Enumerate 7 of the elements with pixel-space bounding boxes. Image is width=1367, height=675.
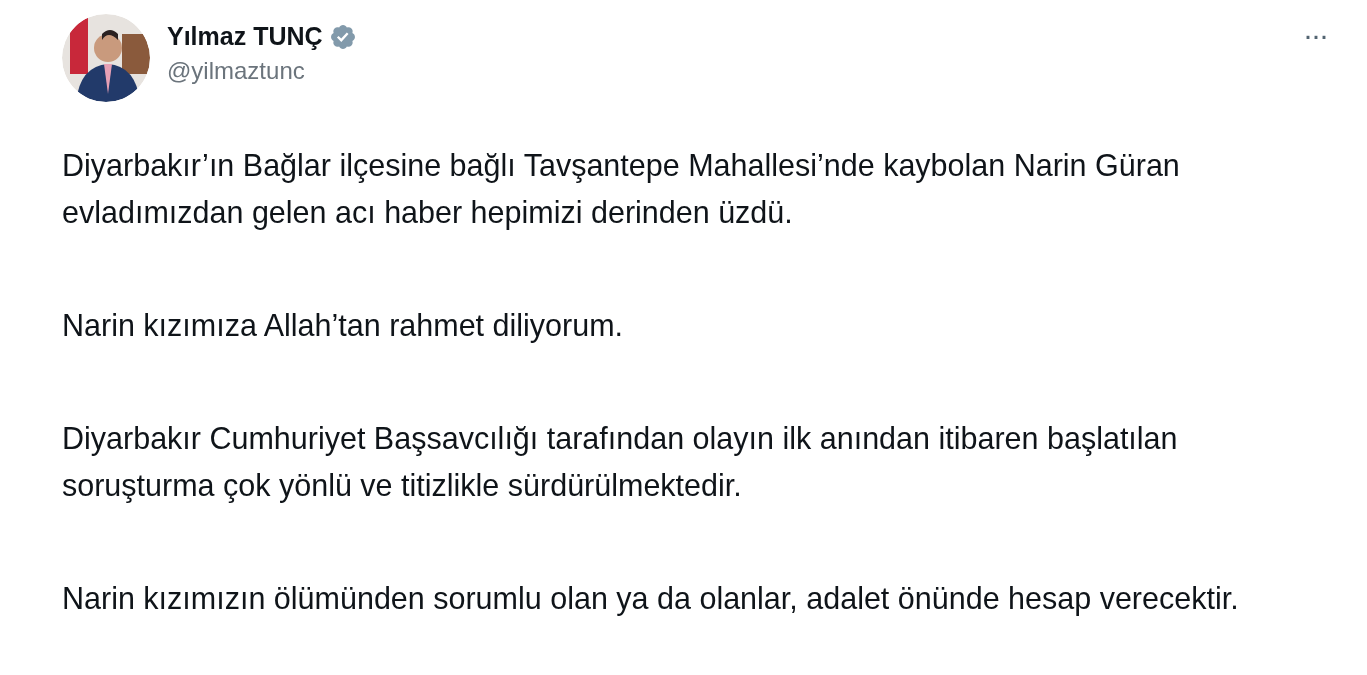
post-paragraph: Diyarbakır Cumhuriyet Başsavcılığı tarafından olayın ilk anından itibaren başlatılan soruşturma çok yönlü ve titizlikle sürdürülmektedir. bbox=[62, 420, 1179, 505]
author-name[interactable]: Yılmaz TUNÇ bbox=[167, 22, 323, 51]
post-paragraph: Diyarbakır’ın Bağlar ilçesine bağlı Tavşantepe Mahallesi’nde kaybolan Narin Güran evladımızdan gelen acı haber hepimizi derinden üzdü. bbox=[62, 147, 1181, 232]
post-paragraph: Narin kızımızın ölümünden sorumlu olan ya da olanlar, adalet önünde hesap verecektir. bbox=[62, 580, 1240, 618]
author-handle[interactable]: @yilmaztunc bbox=[167, 57, 357, 85]
post-paragraph: Narin kızımıza Allah’tan rahmet diliyorum. bbox=[62, 307, 625, 345]
more-button[interactable]: ··· bbox=[1293, 20, 1337, 50]
